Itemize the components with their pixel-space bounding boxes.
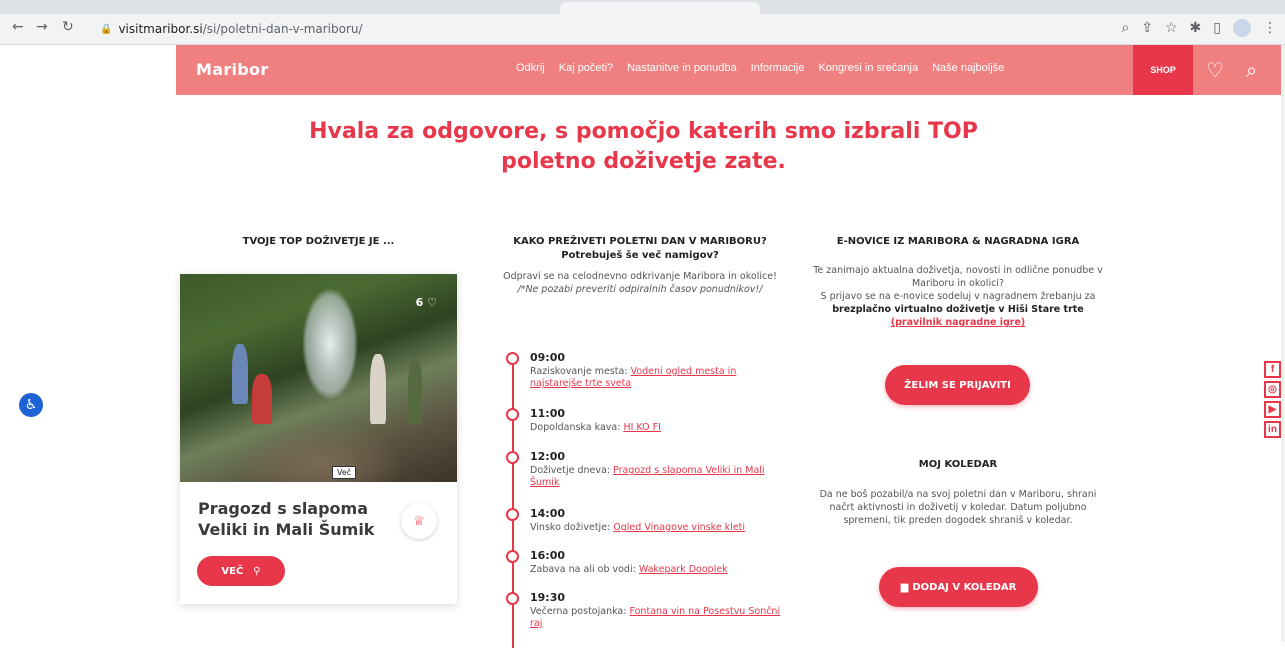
top-experience-title: TVOJE TOP DOŽIVETJE JE ...	[242, 236, 395, 247]
browser-tab[interactable]	[560, 2, 760, 14]
add-to-calendar-label: DODAJ V KOLEDAR	[912, 581, 1017, 593]
timeline-link[interactable]: Ogled Vinagove vinske kleti	[613, 522, 745, 533]
headline-line-2: poletno doživetje zate.	[501, 149, 786, 174]
hiker-figure	[252, 374, 272, 424]
page-headline: Hvala za odgovore, s pomočjo katerih smo…	[176, 117, 1111, 177]
timeline-label: Dopoldanska kava:	[530, 422, 621, 433]
back-icon[interactable]: ←	[12, 19, 24, 35]
timeline-desc: Zabava na ali ob vodi: Wakepark Dooplek	[530, 564, 790, 576]
newsletter-intro: Te zanimajo aktualna doživetja, novosti …	[813, 265, 1103, 289]
signup-button[interactable]: ŽELIM SE PRIJAVITI	[885, 365, 1030, 405]
bookmark-star-icon[interactable]: ☆	[1165, 20, 1178, 36]
nav-item-kaj-poceti[interactable]: Kaj početi?	[559, 62, 613, 74]
newsletter-text: Te zanimajo aktualna doživetja, novosti …	[808, 264, 1108, 329]
experience-card[interactable]: 6 ♡ Več Pragozd s slapoma Veliki in Mali…	[180, 274, 457, 604]
menu-icon[interactable]: ⋮	[1263, 20, 1277, 36]
timeline-label: Vinsko doživetje:	[530, 522, 611, 533]
timeline-time: 12:00	[530, 450, 566, 463]
timeline-time: 09:00	[530, 351, 566, 364]
timeline-link[interactable]: Wakepark Dooplek	[639, 564, 728, 575]
prize-text: S prijavo se na e-novice sodeluj v nagra…	[820, 291, 1096, 302]
main-nav: Odkrij Kaj početi? Nastanitve in ponudba…	[516, 62, 1004, 74]
address-bar[interactable]: 🔒 visitmaribor.si/si/poletni-dan-v-marib…	[92, 18, 1102, 40]
add-to-calendar-button[interactable]: ▆ DODAJ V KOLEDAR	[879, 567, 1038, 607]
timeline-label: Raziskovanje mesta:	[530, 366, 628, 377]
profile-avatar[interactable]	[1233, 19, 1251, 37]
heart-icon[interactable]: ♡	[1206, 58, 1224, 82]
likes-counter[interactable]: 6 ♡	[416, 296, 437, 309]
tab-strip	[0, 0, 1285, 14]
timeline-dot	[506, 408, 519, 421]
zoom-icon[interactable]: ⌕	[1121, 20, 1129, 36]
lock-icon: 🔒	[100, 23, 113, 35]
timeline-label: Doživetje dneva:	[530, 465, 610, 476]
intro-text: Odpravi se na celodnevno odkrivanje Mari…	[503, 271, 777, 282]
day-plan-intro: Odpravi se na celodnevno odkrivanje Mari…	[500, 270, 780, 296]
more-tooltip: Več	[332, 466, 357, 479]
instagram-icon[interactable]: ◎	[1264, 381, 1281, 398]
nav-item-odkrij[interactable]: Odkrij	[516, 62, 545, 74]
extensions-icon[interactable]: ✱	[1190, 20, 1202, 36]
linkedin-icon[interactable]: in	[1264, 421, 1281, 438]
timeline-desc: Vinsko doživetje: Ogled Vinagove vinske …	[530, 522, 790, 534]
prize-highlight: brezplačno virtualno doživetje v Hiši St…	[832, 304, 1084, 315]
newsletter-title: E-NOVICE IZ MARIBORA & NAGRADNA IGRA	[836, 236, 1080, 247]
heart-icon[interactable]: ♡	[427, 296, 437, 309]
day-plan-subtitle: Potrebuješ še več namigov?	[561, 250, 719, 261]
hiker-figure	[370, 354, 386, 424]
nav-item-informacije[interactable]: Informacije	[751, 62, 805, 74]
timeline-desc: Večerna postojanka: Fontana vin na Poses…	[530, 606, 790, 630]
headline-line-1: Hvala za odgovore, s pomočjo katerih smo…	[309, 119, 978, 144]
timeline-time: 11:00	[530, 407, 566, 420]
timeline-desc: Doživetje dneva: Pragozd s slapoma Velik…	[530, 465, 790, 489]
card-title[interactable]: Pragozd s slapoma Veliki in Mali Šumik	[198, 498, 388, 540]
calendar-icon: ▆	[900, 581, 909, 593]
timeline-dot	[506, 550, 519, 563]
url-path: /si/poletni-dan-v-mariboru/	[202, 22, 363, 36]
reload-icon[interactable]: ↻	[62, 19, 74, 35]
facebook-icon[interactable]: f	[1264, 361, 1281, 378]
timeline-time: 16:00	[530, 549, 566, 562]
scrollbar[interactable]	[1281, 45, 1285, 642]
site-logo[interactable]: Maribor	[196, 60, 269, 79]
more-button-label: VEČ	[221, 565, 244, 577]
timeline-link[interactable]: HI KO FI	[623, 422, 660, 433]
url-domain: visitmaribor.si	[118, 22, 203, 36]
intro-note: /*Ne pozabi preveriti odpiralnih časov p…	[517, 284, 763, 295]
calendar-title: MOJ KOLEDAR	[918, 459, 998, 470]
more-button[interactable]: VEČ ⚲	[197, 556, 285, 586]
nav-item-nastanitve[interactable]: Nastanitve in ponudba	[627, 62, 736, 74]
timeline-dot	[506, 508, 519, 521]
side-panel-icon[interactable]: ▯	[1213, 20, 1221, 36]
share-icon[interactable]: ⇪	[1141, 20, 1153, 36]
timeline-time: 19:30	[530, 591, 566, 604]
site-header: Maribor Odkrij Kaj početi? Nastanitve in…	[176, 45, 1281, 95]
rules-link[interactable]: (pravilnik nagradne igre)	[891, 317, 1026, 328]
hiker-figure	[408, 359, 422, 424]
timeline-desc: Dopoldanska kava: HI KO FI	[530, 422, 790, 434]
timeline-desc: Raziskovanje mesta: Vodeni ogled mesta i…	[530, 366, 790, 390]
timeline-dot	[506, 592, 519, 605]
timeline-time: 14:00	[530, 507, 566, 520]
trophy-icon: ♕	[401, 503, 437, 539]
search-icon: ⚲	[253, 565, 261, 577]
nav-item-nase-najboljse[interactable]: Naše najboljše	[932, 62, 1004, 74]
nav-item-kongresi[interactable]: Kongresi in srečanja	[818, 62, 918, 74]
forward-icon[interactable]: →	[36, 19, 48, 35]
timeline-dot	[506, 451, 519, 464]
timeline-dot	[506, 352, 519, 365]
calendar-text: Da ne boš pozabil/a na svoj poletni dan …	[819, 489, 1097, 526]
newsletter-prize: S prijavo se na e-novice sodeluj v nagra…	[808, 290, 1108, 329]
waterfall-photo[interactable]: 6 ♡ Več	[180, 274, 457, 482]
day-plan-title: KAKO PREŽIVETI POLETNI DAN V MARIBORU?	[513, 236, 767, 247]
likes-count: 6	[415, 296, 424, 309]
shop-button[interactable]: SHOP	[1133, 45, 1193, 95]
youtube-icon[interactable]: ▶	[1264, 401, 1281, 418]
hiker-figure	[232, 344, 248, 404]
search-icon[interactable]: ⌕	[1246, 58, 1257, 82]
browser-chrome: ← → ↻ 🔒 visitmaribor.si/si/poletni-dan-v…	[0, 0, 1285, 45]
timeline-label: Večerna postojanka:	[530, 606, 627, 617]
accessibility-icon[interactable]: ♿	[19, 393, 43, 417]
timeline-label: Zabava na ali ob vodi:	[530, 564, 636, 575]
